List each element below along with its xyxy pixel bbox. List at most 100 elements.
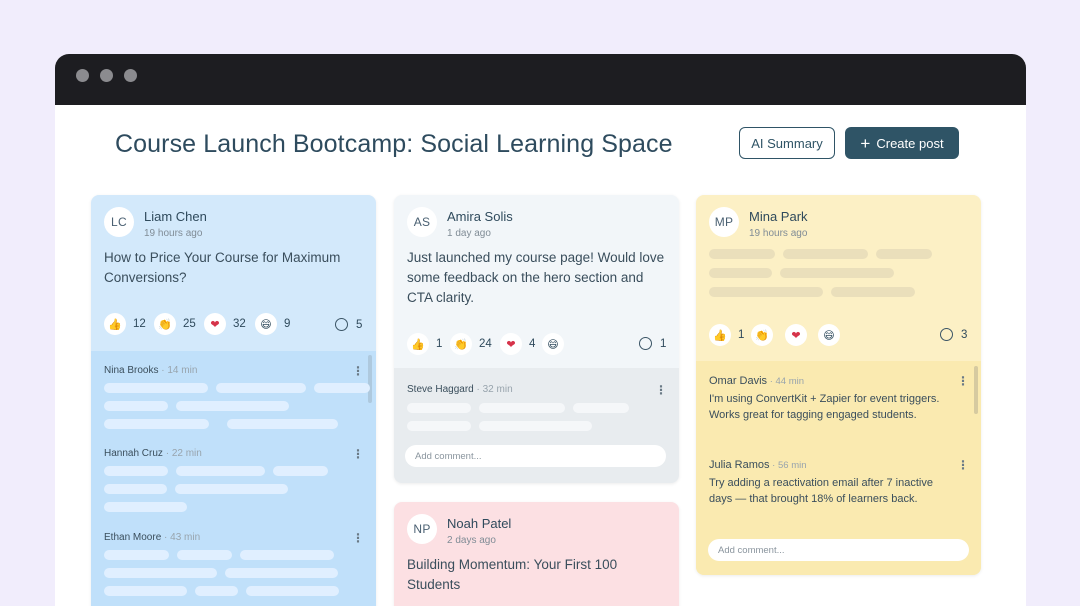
comment-author[interactable]: Julia Ramos · 56 min [709,459,807,471]
comment-author[interactable]: Nina Brooks · 14 min [104,365,197,376]
comment-placeholder-line [240,550,334,560]
comments-section: Omar Davis · 44 min ⋮ I'm using ConvertK… [696,361,981,575]
reaction-clap[interactable]: 👏 24 [450,333,492,355]
avatar[interactable]: NP [407,514,437,544]
post-placeholder-line [831,287,915,297]
comment-placeholder-line [479,403,565,413]
post-placeholder-line [876,249,932,259]
heart-icon: ❤ [204,313,226,335]
reaction-count: 24 [479,338,492,350]
post-card[interactable]: NP Noah Patel 2 days ago Building Moment… [394,502,679,606]
reaction-heart[interactable]: ❤ 32 [204,313,246,335]
comment-icon [639,337,652,350]
comment-placeholder-line [104,568,217,578]
comment-placeholder-line [176,401,289,411]
heart-icon: ❤ [500,333,522,355]
comments-section: Steve Haggard · 32 min ⋮ Add comment... [394,368,679,483]
reaction-count: 12 [133,318,146,330]
comment-count: 5 [356,318,363,331]
post-body[interactable]: How to Price Your Course for Maximum Con… [104,248,359,288]
thumbs-up-icon: 👍 [709,324,731,346]
reaction-heart[interactable]: ❤ [785,324,814,346]
reaction-laugh[interactable]: 😄 9 [255,313,290,335]
comments-count[interactable]: 1 [639,337,666,350]
add-comment-input[interactable]: Add comment... [708,539,969,561]
heart-icon: ❤ [785,324,807,346]
post-card[interactable]: LC Liam Chen 19 hours ago How to Price Y… [91,195,376,606]
ai-summary-button[interactable]: AI Summary [739,127,835,159]
comment-placeholder-line [177,550,232,560]
avatar[interactable]: AS [407,207,437,237]
comment-placeholder-line [273,466,328,476]
add-comment-input[interactable]: Add comment... [405,445,666,467]
comment-placeholder-line [104,419,209,429]
comments-scrollbar[interactable] [974,366,978,414]
post-body[interactable]: Building Momentum: Your First 100 Studen… [407,555,647,595]
comment-placeholder-line [479,421,592,431]
post-author[interactable]: Mina Park [749,209,808,224]
laugh-icon: 😄 [255,313,277,335]
kebab-icon[interactable]: ⋮ [655,384,667,396]
reaction-count: 32 [233,318,246,330]
comment-placeholder-line [104,401,168,411]
comment-placeholder-line [104,383,208,393]
reaction-clap[interactable]: 👏 [751,324,780,346]
reaction-heart[interactable]: ❤ 4 [500,333,535,355]
post-time: 19 hours ago [144,228,203,239]
comment-placeholder-line [104,466,168,476]
post-time: 2 days ago [447,535,496,546]
laugh-icon: 😄 [818,324,840,346]
comment-author[interactable]: Hannah Cruz · 22 min [104,448,202,459]
kebab-icon[interactable]: ⋮ [957,375,969,387]
post-time: 1 day ago [447,228,491,239]
post-body[interactable]: Just launched my course page! Would love… [407,248,667,308]
comment-placeholder-line [176,466,265,476]
post-author[interactable]: Liam Chen [144,209,207,224]
plus-icon: + [860,133,871,153]
kebab-icon[interactable]: ⋮ [957,459,969,471]
reaction-clap[interactable]: 👏 25 [154,313,196,335]
kebab-icon[interactable]: ⋮ [352,365,364,377]
post-card[interactable]: AS Amira Solis 1 day ago Just launched m… [394,195,679,483]
kebab-icon[interactable]: ⋮ [352,532,364,544]
post-placeholder-line [709,287,823,297]
clap-icon: 👏 [154,313,176,335]
kebab-icon[interactable]: ⋮ [352,448,364,460]
reaction-laugh[interactable]: 😄 [542,333,571,355]
clap-icon: 👏 [751,324,773,346]
thumbs-up-icon: 👍 [407,333,429,355]
laugh-icon: 😄 [542,333,564,355]
comment-author[interactable]: Ethan Moore · 43 min [104,532,200,543]
comment-placeholder-line [175,484,288,494]
avatar[interactable]: LC [104,207,134,237]
comment-placeholder-line [104,484,167,494]
comment-placeholder-line [104,586,187,596]
create-post-button[interactable]: + Create post [845,127,959,159]
comments-scrollbar[interactable] [368,355,372,403]
comment-count: 1 [660,337,667,350]
post-card[interactable]: MP Mina Park 19 hours ago 👍 1 👏 ❤ 😄 3 Om… [696,195,981,575]
comments-count[interactable]: 5 [335,318,362,331]
reaction-thumbs-up[interactable]: 👍 1 [709,324,744,346]
post-time: 19 hours ago [749,228,808,239]
comment-placeholder-line [104,550,169,560]
comments-count[interactable]: 3 [940,328,967,341]
comment-text: Try adding a reactivation email after 7 … [709,477,933,505]
reaction-thumbs-up[interactable]: 👍 12 [104,313,146,335]
comment-author[interactable]: Steve Haggard · 32 min [407,384,513,395]
window-maximize-dot[interactable] [124,69,137,82]
post-author[interactable]: Noah Patel [447,516,511,531]
thumbs-up-icon: 👍 [104,313,126,335]
reaction-count: 4 [529,338,536,350]
window-minimize-dot[interactable] [100,69,113,82]
reaction-count: 1 [436,338,443,350]
reaction-laugh[interactable]: 😄 [818,324,847,346]
post-author[interactable]: Amira Solis [447,209,513,224]
avatar[interactable]: MP [709,207,739,237]
window-close-dot[interactable] [76,69,89,82]
comment-icon [335,318,348,331]
comment-author[interactable]: Omar Davis · 44 min [709,375,804,387]
reaction-thumbs-up[interactable]: 👍 1 [407,333,442,355]
reaction-count: 9 [284,318,291,330]
clap-icon: 👏 [450,333,472,355]
